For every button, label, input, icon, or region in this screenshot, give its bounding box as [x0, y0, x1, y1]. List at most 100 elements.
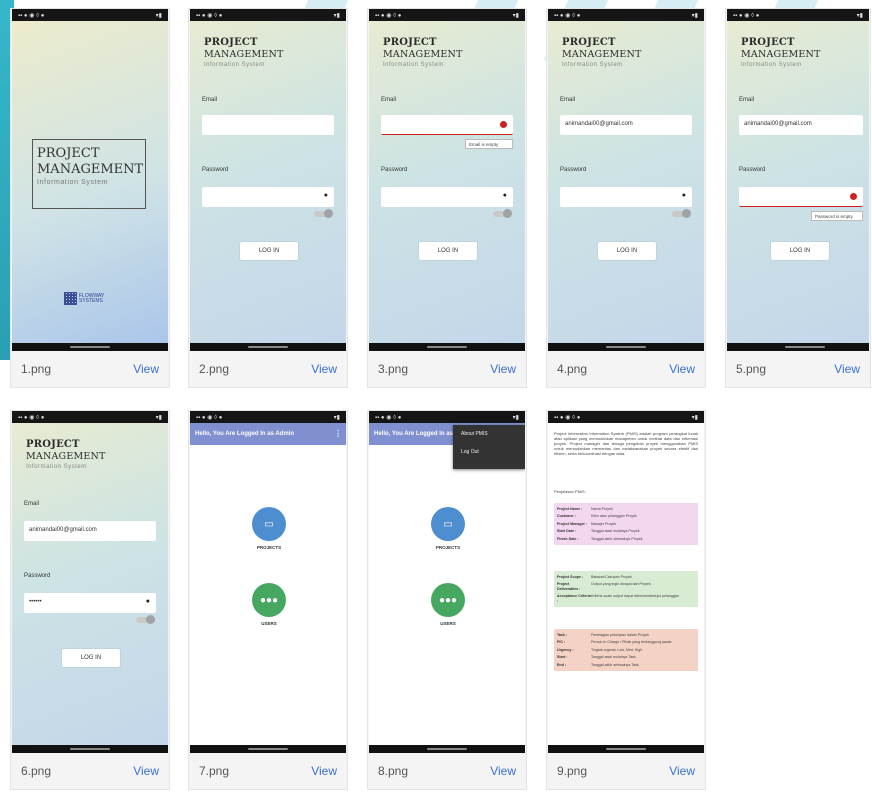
status-bar: ▪▪ ● ◉ ◊ ● ▾▮ [369, 411, 525, 423]
screenshot-card[interactable]: ▪▪ ● ◉ ◊ ● ▾▮ PROJECT MANAGEMENT Informat… [367, 8, 527, 388]
card-footer: 6.png View [11, 753, 169, 789]
nav-bar [12, 343, 168, 351]
menu-item-logout[interactable]: Log Out [453, 443, 525, 461]
password-field[interactable]: •••••• ● [24, 593, 156, 613]
company-logo-icon [64, 292, 77, 305]
panel-row: End : Tanggal akhir selesainya Task [554, 661, 698, 669]
view-link[interactable]: View [311, 764, 337, 778]
projects-caption: PROJECTS [435, 545, 461, 550]
screenshot-card[interactable]: ▪▪ ● ◉ ◊ ● ▾▮ PROJECT MANAGEMENT Informat… [10, 8, 170, 388]
home-screen-menu-open: ▪▪ ● ◉ ◊ ● ▾▮ Hello, You Are Logged In as… [369, 411, 525, 753]
email-label: Email [24, 501, 40, 507]
error-icon [500, 121, 507, 128]
nav-bar [727, 343, 869, 351]
show-password-toggle[interactable] [314, 209, 333, 218]
app-title-line2: MANAGEMENT [562, 49, 642, 60]
nav-bar [369, 343, 525, 351]
splash-logo-box: PROJECT MANAGEMENT Information System [32, 139, 146, 209]
screenshot-card[interactable]: ▪▪ ● ◉ ◊ ● ▾▮ PROJECT MANAGEMENT Informat… [10, 410, 170, 790]
show-password-toggle[interactable] [493, 209, 512, 218]
view-link[interactable]: View [133, 764, 159, 778]
file-name: 1.png [21, 362, 52, 376]
email-error-tooltip: Email is empty [465, 139, 513, 149]
splash-screen: ▪▪ ● ◉ ◊ ● ▾▮ PROJECT MANAGEMENT Informat… [12, 9, 168, 351]
password-label: Password [202, 167, 229, 173]
password-field[interactable]: ● [202, 187, 334, 207]
users-icon[interactable]: ●●● [252, 583, 286, 617]
menu-item-about[interactable]: About PMIS [453, 425, 525, 443]
email-field[interactable]: animandai00@gmail.com [560, 115, 692, 135]
login-button[interactable]: LOG IN [598, 242, 656, 260]
password-label: Password [24, 573, 51, 579]
show-password-toggle[interactable] [136, 615, 155, 624]
email-field[interactable]: animandai00@gmail.com [24, 521, 156, 541]
password-label: Password [381, 167, 408, 173]
screenshot-card[interactable]: ▪▪ ● ◉ ◊ ● ▾▮ Project Information Informa… [546, 410, 706, 790]
view-link[interactable]: View [311, 362, 337, 376]
about-intro: Project Information Information System (… [554, 431, 698, 456]
app-title-line2: MANAGEMENT [26, 451, 106, 462]
about-screen: ▪▪ ● ◉ ◊ ● ▾▮ Project Information Informa… [548, 411, 704, 753]
login-button[interactable]: LOG IN [419, 242, 477, 260]
login-screen-filled: ▪▪ ● ◉ ◊ ● ▾▮ PROJECT MANAGEMENT Informat… [12, 411, 168, 753]
card-footer: 7.png View [189, 753, 347, 789]
brand-header: PROJECT MANAGEMENT Information System [562, 37, 692, 68]
login-button[interactable]: LOG IN [771, 242, 829, 260]
password-error-tooltip: Password is empty [811, 211, 863, 221]
status-bar: ▪▪ ● ◉ ◊ ● ▾▮ [12, 411, 168, 423]
app-title-line1: PROJECT [383, 37, 437, 48]
screenshot-card[interactable]: ▪▪ ● ◉ ◊ ● ▾▮ PROJECT MANAGEMENT Informat… [188, 8, 348, 388]
view-link[interactable]: View [669, 764, 695, 778]
folder-icon[interactable]: ▭ [431, 507, 465, 541]
screenshot-card[interactable]: ▪▪ ● ◉ ◊ ● ▾▮ PROJECT MANAGEMENT Informat… [546, 8, 706, 388]
info-panel-scope: Project Scope : Batasan/Cakupan Proyek Pr… [554, 571, 698, 607]
folder-icon[interactable]: ▭ [252, 507, 286, 541]
eye-icon[interactable]: ● [503, 192, 507, 199]
status-bar: ▪▪ ● ◉ ◊ ● ▾▮ [548, 411, 704, 423]
view-link[interactable]: View [669, 362, 695, 376]
app-subtitle: Information System [741, 62, 802, 68]
row-value: Nama Proyek [591, 506, 613, 511]
status-bar: ▪▪ ● ◉ ◊ ● ▾▮ [727, 9, 869, 21]
login-button[interactable]: LOG IN [62, 649, 120, 667]
screenshot-card[interactable]: ▪▪ ● ◉ ◊ ● ▾▮ PROJECT MANAGEMENT Informat… [725, 8, 871, 388]
eye-icon[interactable]: ● [146, 598, 150, 605]
eye-icon[interactable]: ● [324, 192, 328, 199]
email-label: Email [381, 97, 397, 103]
file-name: 4.png [557, 362, 588, 376]
email-field[interactable]: animandai00@gmail.com [739, 115, 863, 135]
view-link[interactable]: View [490, 764, 516, 778]
row-value: Pembagian pekerjaan dalam Proyek [591, 632, 649, 637]
panel-row: Project Manager : Manajer Proyek [554, 520, 698, 528]
password-label: Password [560, 167, 587, 173]
view-link[interactable]: View [834, 362, 860, 376]
panel-row: Customer : Klien atau pelanggan Proyek [554, 513, 698, 521]
users-icon[interactable]: ●●● [431, 583, 465, 617]
screenshot-card[interactable]: ▪▪ ● ◉ ◊ ● ▾▮ Hello, You Are Logged In as… [188, 410, 348, 790]
card-footer: 8.png View [368, 753, 526, 789]
app-subtitle: Information System [562, 62, 623, 68]
password-field[interactable]: ● [381, 187, 513, 207]
card-footer: 5.png View [726, 351, 870, 387]
overflow-menu-icon[interactable]: ⋮ [334, 429, 342, 438]
status-bar: ▪▪ ● ◉ ◊ ● ▾▮ [369, 9, 525, 21]
password-field[interactable] [739, 187, 863, 207]
panel-row: Project Deliverables : Output yang ingin … [554, 581, 698, 593]
card-footer: 4.png View [547, 351, 705, 387]
nav-bar [369, 745, 525, 753]
email-label: Email [739, 97, 755, 103]
view-link[interactable]: View [490, 362, 516, 376]
view-link[interactable]: View [133, 362, 159, 376]
email-field[interactable] [381, 115, 513, 135]
brand-header: PROJECT MANAGEMENT Information System [204, 37, 334, 68]
app-title-line1: PROJECT [204, 37, 258, 48]
login-button[interactable]: LOG IN [240, 242, 298, 260]
eye-icon[interactable]: ● [682, 192, 686, 199]
file-name: 8.png [378, 764, 409, 778]
email-field[interactable] [202, 115, 334, 135]
row-value: Klien atau pelanggan Proyek [591, 514, 637, 518]
screenshot-card[interactable]: ▪▪ ● ◉ ◊ ● ▾▮ Hello, You Are Logged In as… [367, 410, 527, 790]
password-field[interactable]: ● [560, 187, 692, 207]
show-password-toggle[interactable] [672, 209, 691, 218]
nav-bar [190, 745, 346, 753]
